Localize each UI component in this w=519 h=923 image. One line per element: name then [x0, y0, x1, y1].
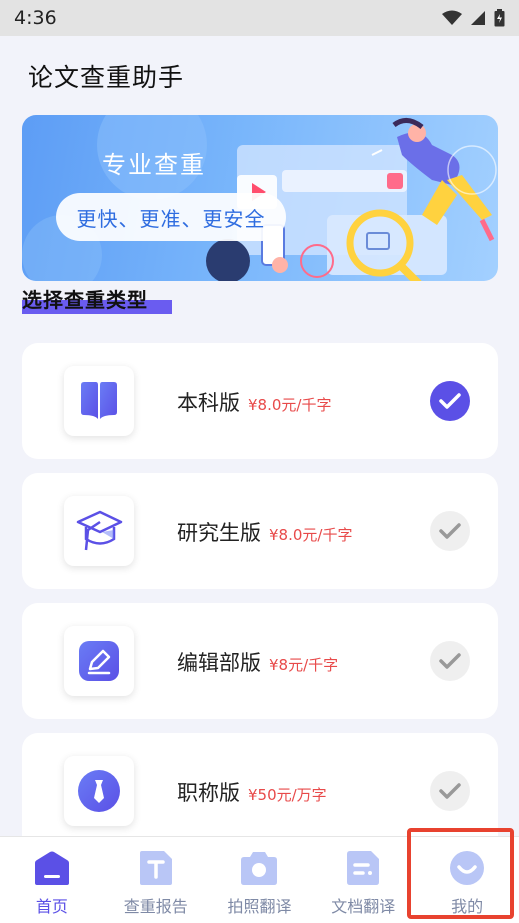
status-icons	[442, 9, 505, 27]
battery-icon	[494, 9, 505, 27]
home-icon	[34, 851, 69, 885]
profile-smile-icon	[450, 851, 485, 885]
wifi-icon	[442, 10, 462, 25]
option-text: 编辑部版 ¥8元/千字	[177, 647, 338, 677]
option-icon-box	[64, 626, 134, 696]
option-card-undergraduate[interactable]: 本科版 ¥8.0元/千字	[22, 343, 498, 459]
promo-banner[interactable]: 专业查重 更快、更准、更安全	[22, 115, 498, 281]
page-title: 论文查重助手	[28, 63, 185, 92]
option-name: 本科版	[177, 391, 240, 415]
option-price: ¥8.0元/千字	[248, 396, 332, 414]
section-header: 选择查重类型	[22, 284, 172, 314]
check-icon	[439, 393, 461, 409]
option-card-graduate[interactable]: 研究生版 ¥8.0元/千字	[22, 473, 498, 589]
option-name: 编辑部版	[177, 651, 261, 675]
option-price: ¥50元/万字	[248, 786, 327, 804]
option-checkbox-selected[interactable]	[430, 381, 470, 421]
check-icon	[439, 523, 461, 539]
banner-title: 专业查重	[102, 151, 206, 179]
option-name: 职称版	[177, 781, 240, 805]
option-text: 职称版 ¥50元/万字	[177, 777, 327, 807]
graduation-cap-icon	[76, 510, 123, 551]
tab-doc-translate[interactable]: 文档翻译	[311, 837, 415, 923]
option-icon-box	[64, 496, 134, 566]
option-card-editorial[interactable]: 编辑部版 ¥8元/千字	[22, 603, 498, 719]
option-card-title[interactable]: 职称版 ¥50元/万字	[22, 733, 498, 853]
document-icon	[347, 851, 380, 885]
tab-label: 我的	[451, 897, 484, 916]
tab-photo-translate[interactable]: 拍照翻译	[208, 837, 312, 923]
tab-home[interactable]: 首页	[0, 837, 104, 923]
bottom-tab-bar: 首页 查重报告 拍照翻译 文档翻译 我的	[0, 836, 519, 923]
option-text: 研究生版 ¥8.0元/千字	[177, 517, 352, 547]
option-price: ¥8元/千字	[269, 656, 339, 674]
check-icon	[439, 653, 461, 669]
signal-icon	[471, 11, 485, 25]
tie-badge-icon	[78, 770, 120, 812]
edit-icon	[79, 641, 119, 681]
option-icon-box	[64, 366, 134, 436]
option-text: 本科版 ¥8.0元/千字	[177, 387, 331, 417]
section-title: 选择查重类型	[22, 288, 148, 312]
status-time: 4:36	[14, 7, 57, 29]
option-checkbox[interactable]	[430, 511, 470, 551]
option-icon-box	[64, 756, 134, 826]
tab-label: 文档翻译	[331, 897, 396, 916]
check-icon	[439, 783, 461, 799]
banner-subtitle: 更快、更准、更安全	[56, 193, 286, 241]
camera-icon	[241, 852, 278, 885]
option-checkbox[interactable]	[430, 771, 470, 811]
tab-label: 首页	[35, 897, 68, 916]
status-bar: 4:36	[0, 0, 519, 36]
tab-label: 拍照翻译	[227, 897, 292, 916]
option-name: 研究生版	[177, 521, 261, 545]
report-icon	[139, 851, 172, 885]
option-checkbox[interactable]	[430, 641, 470, 681]
tab-profile[interactable]: 我的	[415, 837, 519, 923]
tab-label: 查重报告	[123, 897, 188, 916]
option-price: ¥8.0元/千字	[269, 526, 353, 544]
book-icon	[81, 382, 117, 419]
tab-report[interactable]: 查重报告	[104, 837, 208, 923]
